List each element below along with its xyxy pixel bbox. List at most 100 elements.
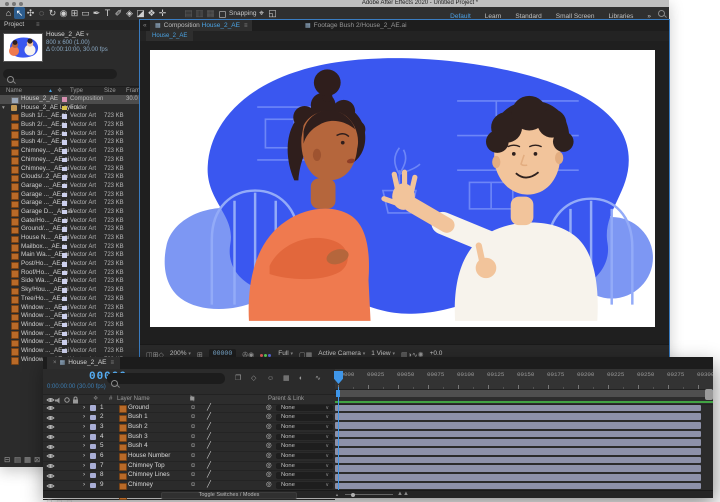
pen-tool-icon[interactable]: ✒ (91, 7, 102, 19)
project-item-row[interactable]: Chimney..._AE.aiVector Art723 KB (0, 156, 140, 165)
layer-name[interactable]: Chimney Lines (128, 471, 170, 480)
delete-item-icon[interactable]: ⊠ (34, 453, 40, 467)
layer-duration-bar[interactable] (335, 412, 701, 421)
fullscreen-icon[interactable]: ◱ (267, 7, 278, 19)
minimize-window-icon[interactable] (12, 2, 16, 6)
disclosure-triangle-icon[interactable]: ▾ (2, 104, 5, 113)
parent-pick-whip-icon[interactable]: ◎ (266, 404, 272, 413)
parent-link-dropdown[interactable]: None∨ (276, 424, 333, 431)
label-color-chip[interactable] (62, 97, 67, 102)
label-color-chip[interactable] (62, 149, 67, 154)
project-search-input[interactable] (3, 69, 117, 79)
new-folder-icon[interactable]: ▤ (14, 453, 21, 467)
label-color-chip[interactable] (62, 227, 67, 232)
view-layout-dropdown[interactable]: 1 View ▾ (371, 350, 395, 357)
layer-expand-chevron[interactable]: › (83, 481, 85, 490)
home-tool-icon[interactable]: ⌂ (3, 7, 14, 19)
label-color-chip[interactable] (62, 323, 67, 328)
layer-label-swatch[interactable] (90, 453, 96, 459)
close-tab-icon[interactable]: × (53, 360, 57, 366)
new-composition-icon[interactable]: ▦ (24, 453, 31, 467)
project-item-row[interactable]: Main Wa..._AE.aiVector Art723 KB (0, 251, 140, 260)
parent-link-dropdown[interactable]: None∨ (276, 434, 333, 441)
project-item-row[interactable]: Window ..._AE.aiVector Art723 KB (0, 338, 140, 347)
tab-menu-icon[interactable]: ≡ (111, 360, 115, 366)
label-color-chip[interactable] (62, 132, 67, 137)
project-item-row[interactable]: ▾House_2_AE LayersFolder (0, 104, 140, 113)
align-left-icon[interactable]: ▤ (183, 7, 194, 19)
tab-composition[interactable]: ▦Composition House_2_AE≡ (150, 20, 252, 31)
layer-name[interactable]: Bush 2 (128, 423, 148, 432)
shy-switch-icon[interactable]: ☺ (190, 413, 196, 422)
project-item-row[interactable]: Tree/Ho..._AE.aiVector Art723 KB (0, 295, 140, 304)
puppet-pin-tool-icon[interactable]: ✛ (157, 7, 168, 19)
parent-pick-whip-icon[interactable]: ◎ (266, 423, 272, 432)
parent-pick-whip-icon[interactable]: ◎ (266, 442, 272, 451)
label-color-chip[interactable] (62, 288, 67, 293)
layer-name[interactable]: Bush 1 (128, 413, 148, 422)
quality-switch-icon[interactable]: ╱ (207, 413, 211, 422)
label-color-chip[interactable] (62, 140, 67, 145)
layer-expand-chevron[interactable]: › (83, 423, 85, 432)
project-item-row[interactable]: Gate/Ho..._AE.aiVector Art723 KB (0, 217, 140, 226)
shape-tool-icon[interactable]: ▭ (80, 7, 91, 19)
layer-label-swatch[interactable] (90, 483, 96, 489)
quality-switch-icon[interactable]: ╱ (207, 442, 211, 451)
project-item-row[interactable]: Window ..._AE.aiVector Art723 KB (0, 312, 140, 321)
roto-brush-tool-icon[interactable]: ❖ (146, 7, 157, 19)
layer-label-swatch[interactable] (90, 434, 96, 440)
selection-tool-icon[interactable]: ↖ (14, 7, 25, 19)
column-frame[interactable]: Frame (126, 87, 141, 95)
label-color-chip[interactable] (62, 262, 67, 267)
project-item-row[interactable]: Chimney..._AE.aiVector Art723 KB (0, 165, 140, 174)
parent-pick-whip-icon[interactable]: ◎ (266, 462, 272, 471)
shy-switch-icon[interactable]: ☺ (190, 404, 196, 413)
layer-name[interactable]: Chimney Top (128, 462, 165, 471)
project-item-row[interactable]: Window ..._AE.aiVector Art723 KB (0, 347, 140, 356)
column-size[interactable]: Size (104, 87, 116, 95)
label-color-chip[interactable] (62, 193, 67, 198)
shy-switch-icon[interactable]: ☺ (190, 442, 196, 451)
eraser-tool-icon[interactable]: ◪ (135, 7, 146, 19)
layer-duration-bar[interactable] (335, 456, 701, 465)
timeline-search-input[interactable] (107, 373, 225, 384)
sort-arrow-icon[interactable]: ▲ (48, 87, 53, 95)
quality-switch-icon[interactable]: ╱ (207, 433, 211, 442)
label-color-chip[interactable] (62, 219, 67, 224)
parent-link-dropdown[interactable]: None∨ (276, 482, 333, 489)
layer-name[interactable]: Bush 3 (128, 433, 148, 442)
type-tool-icon[interactable]: T (102, 7, 113, 19)
project-item-row[interactable]: Chimney..._AE.aiVector Art723 KB (0, 147, 140, 156)
project-item-row[interactable]: Roof/Ho..._AE.aiVector Art723 KB (0, 269, 140, 278)
frame-blending-icon[interactable]: ▦ (283, 373, 290, 384)
panel-menu-icon[interactable]: ≡ (36, 20, 40, 30)
hide-shy-layers-icon[interactable]: ☺ (267, 373, 274, 384)
mask-feather-icon[interactable]: ⌖ (256, 7, 267, 19)
shy-switch-icon[interactable]: ☺ (190, 452, 196, 461)
layer-name[interactable]: Chimney (128, 481, 153, 490)
magnification-dropdown[interactable]: 200% ▾ (170, 350, 191, 357)
layer-name[interactable]: Ground (128, 404, 149, 413)
composition-canvas[interactable] (150, 50, 655, 327)
project-item-row[interactable]: Bush 2/..._AE.aiVector Art723 KB (0, 121, 140, 130)
layer-expand-chevron[interactable]: › (83, 452, 85, 461)
work-area-bar[interactable] (336, 390, 713, 397)
parent-pick-whip-icon[interactable]: ◎ (266, 481, 272, 490)
label-color-chip[interactable] (62, 158, 67, 163)
zoom-tool-icon[interactable]: ◌ (36, 7, 47, 19)
label-color-chip[interactable] (62, 184, 67, 189)
layer-expand-chevron[interactable]: › (83, 471, 85, 480)
timeline-ruler[interactable]: 0000000025000500007500100001250015000175… (335, 369, 713, 390)
label-color-chip[interactable] (62, 314, 67, 319)
layer-expand-chevron[interactable]: › (83, 404, 85, 413)
project-item-row[interactable]: Post/Ho..._AE.aiVector Art723 KB (0, 260, 140, 269)
layer-label-swatch[interactable] (90, 424, 96, 430)
label-color-chip[interactable] (62, 332, 67, 337)
project-item-row[interactable]: Clouds/..2_AE.aiVector Art723 KB (0, 173, 140, 182)
label-color-chip[interactable] (62, 297, 67, 302)
align-right-icon[interactable]: ▦ (205, 7, 216, 19)
layer-label-swatch[interactable] (90, 463, 96, 469)
timeline-layer-row[interactable]: ›6House Number☺╱◎None∨ (43, 452, 335, 462)
project-item-row[interactable]: Window ..._AE.aiVector Art723 KB (0, 330, 140, 339)
project-item-row[interactable]: Garage ..._AE.aiVector Art723 KB (0, 199, 140, 208)
